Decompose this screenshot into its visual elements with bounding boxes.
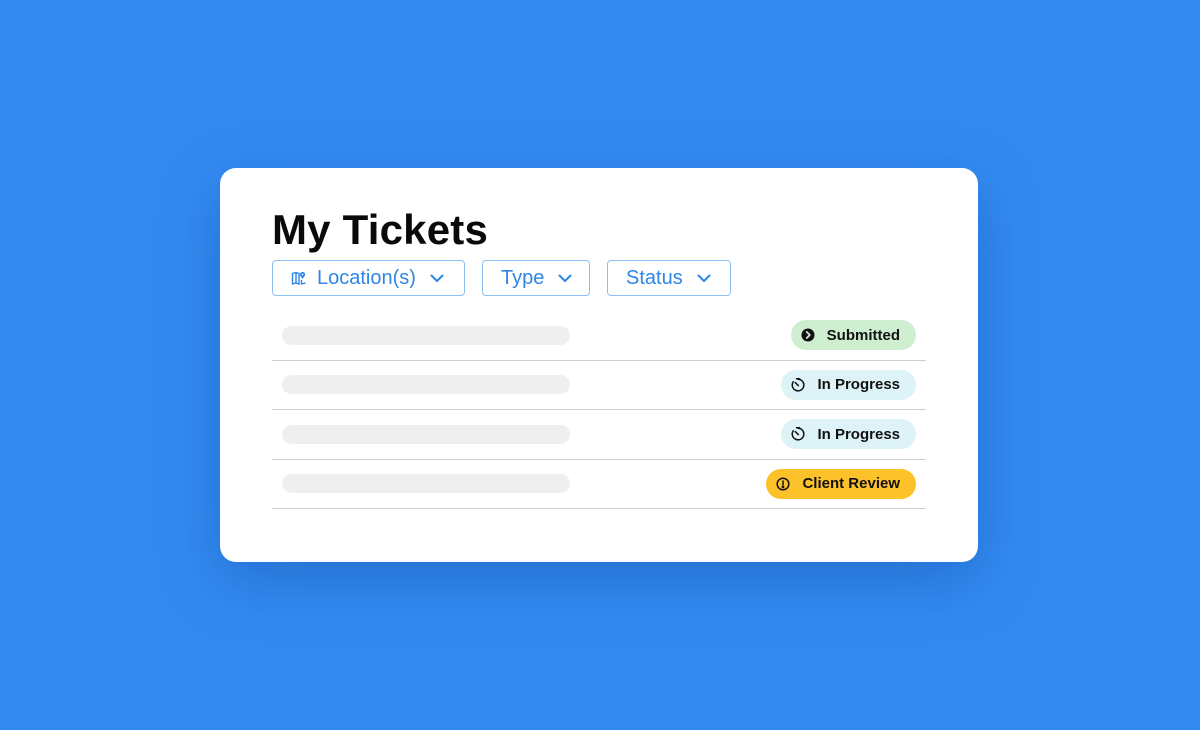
status-badge-label: Client Review: [802, 475, 900, 493]
map-pin-icon: [291, 270, 307, 286]
page-title: My Tickets: [272, 206, 488, 253]
filter-bar: Location(s) Type Status: [272, 260, 731, 296]
status-badge: Submitted: [790, 320, 916, 351]
ticket-title-placeholder: [282, 424, 570, 444]
status-badge-label: Submitted: [826, 326, 900, 344]
ticket-row[interactable]: Client Review: [272, 460, 926, 509]
status-filter-dropdown[interactable]: Status: [607, 260, 731, 296]
status-badge: In Progress: [781, 419, 916, 450]
ticket-list: Submitted In Progress In Progress Client…: [272, 311, 926, 509]
status-badge: Client Review: [766, 468, 916, 499]
ticket-row[interactable]: Submitted: [272, 311, 926, 361]
timer-icon: [791, 377, 806, 392]
chevron-down-icon: [430, 274, 444, 283]
alert-circle-icon: [776, 477, 791, 491]
location-filter-label: Location(s): [317, 266, 416, 289]
ticket-row[interactable]: In Progress: [272, 410, 926, 460]
ticket-title-placeholder: [282, 375, 570, 395]
status-badge: In Progress: [781, 369, 916, 400]
ticket-row[interactable]: In Progress: [272, 361, 926, 410]
type-filter-dropdown[interactable]: Type: [482, 260, 590, 296]
status-filter-label: Status: [626, 266, 683, 289]
type-filter-label: Type: [501, 266, 545, 289]
chevron-down-icon: [697, 274, 711, 283]
status-badge-label: In Progress: [817, 425, 900, 443]
ticket-title-placeholder: [282, 325, 570, 345]
status-badge-label: In Progress: [817, 376, 900, 394]
timer-icon: [791, 427, 806, 441]
chevron-right-circle-icon: [801, 328, 815, 342]
ticket-title-placeholder: [282, 474, 570, 494]
chevron-down-icon: [558, 274, 572, 283]
tickets-card: My Tickets Location(s) Type Status Submi…: [220, 168, 978, 562]
location-filter-dropdown[interactable]: Location(s): [272, 260, 465, 296]
